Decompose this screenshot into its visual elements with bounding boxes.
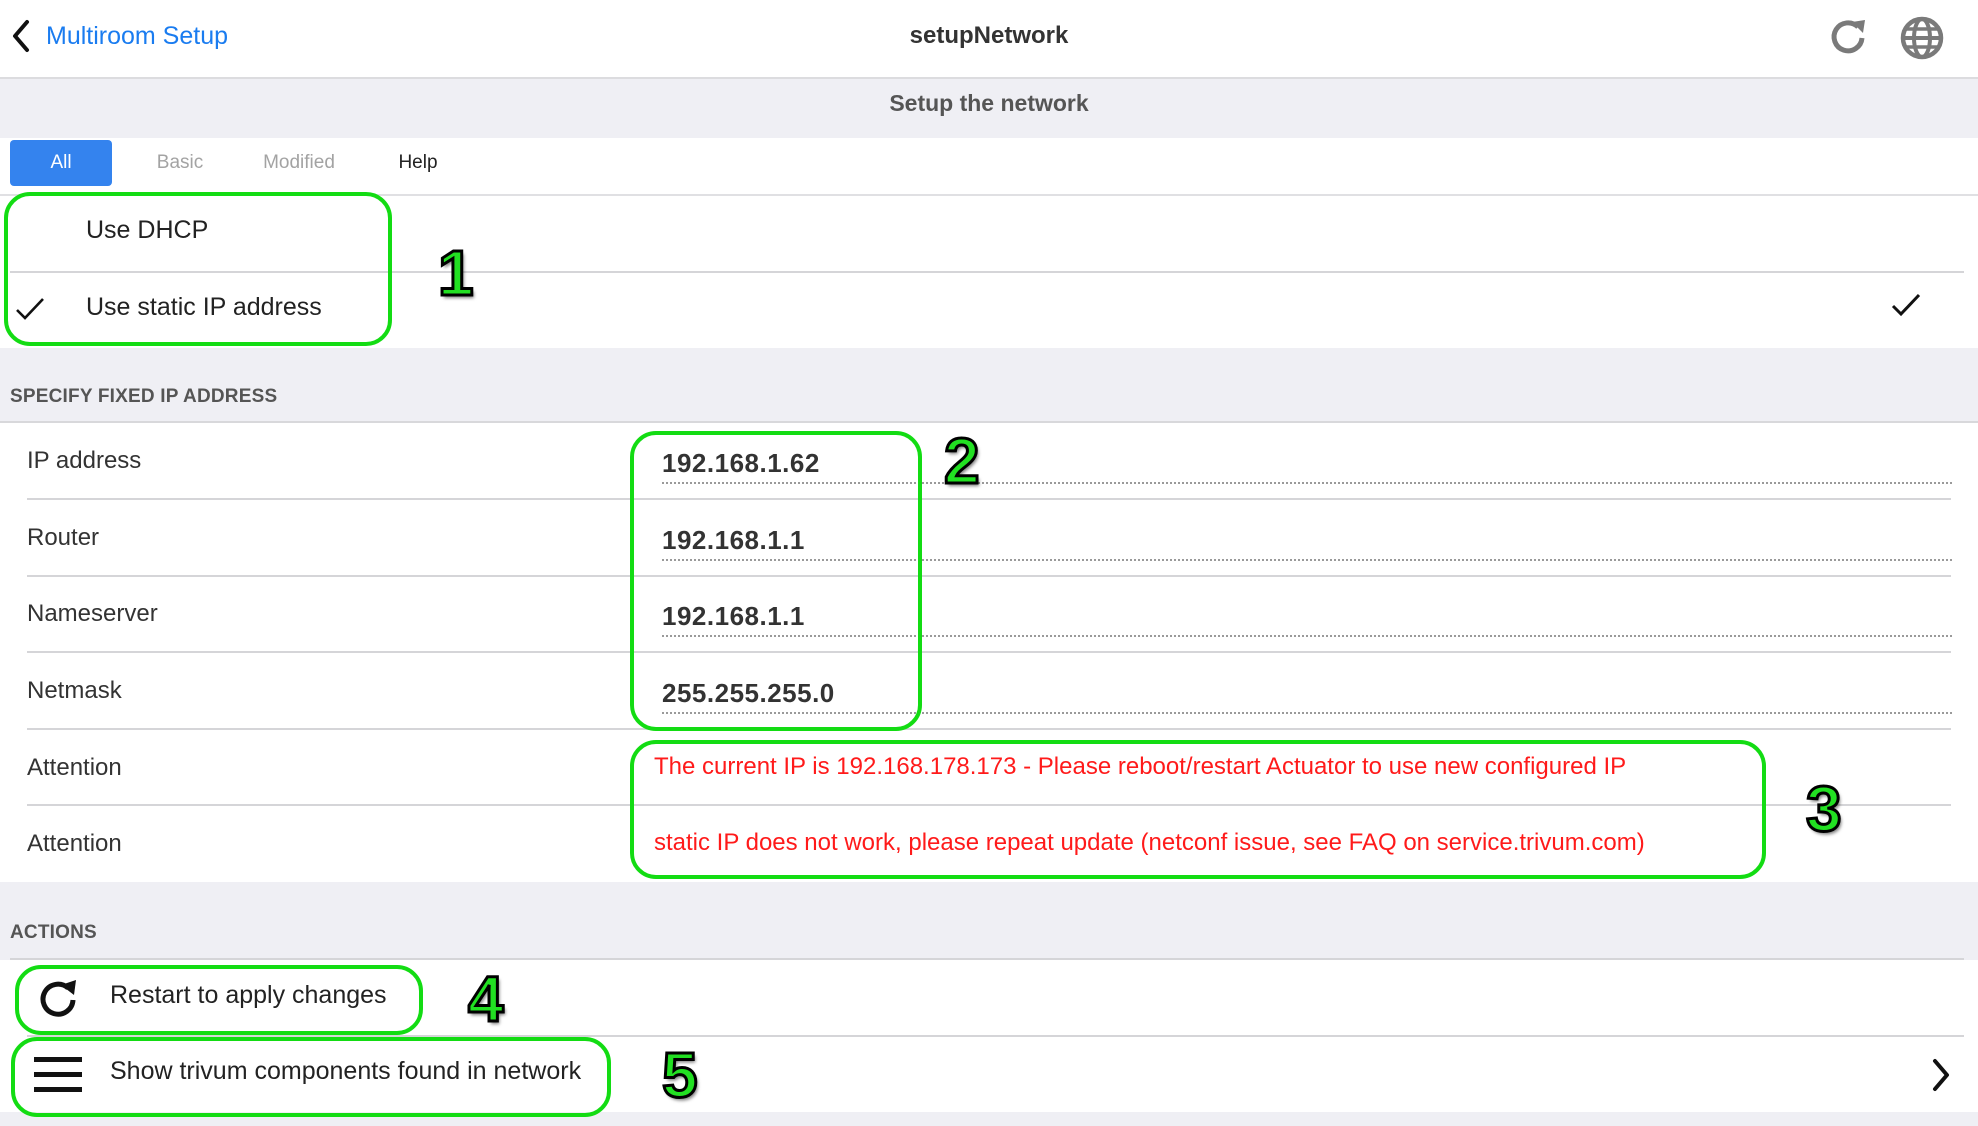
divider: [27, 651, 1951, 653]
nameserver-input[interactable]: [662, 597, 1952, 637]
action-label: Show trivum components found in network: [110, 1057, 582, 1085]
refresh-icon: [1831, 20, 1865, 54]
checkmark-icon: [16, 298, 44, 320]
field-label-attention: Attention: [27, 830, 122, 857]
divider: [27, 575, 1951, 577]
refresh-button[interactable]: [1826, 14, 1870, 58]
option-use-static-ip[interactable]: Use static IP address: [0, 273, 1978, 348]
field-label-router: Router: [27, 524, 100, 551]
option-use-dhcp[interactable]: Use DHCP: [0, 196, 1978, 272]
tab-modified[interactable]: Modified: [248, 140, 350, 186]
router-input[interactable]: [662, 521, 1952, 561]
attention-message: static IP does not work, please repeat u…: [654, 829, 1645, 856]
chevron-left-icon: [13, 20, 29, 52]
show-components-action[interactable]: Show trivum components found in network: [0, 1037, 1978, 1112]
actions-group: Restart to apply changes Show trivum com…: [0, 960, 1978, 1112]
chevron-right-icon: [1933, 1059, 1949, 1091]
divider: [27, 728, 1951, 730]
back-button-label: Multiroom Setup: [46, 21, 229, 50]
globe-icon: [1900, 16, 1944, 60]
tab-all[interactable]: All: [10, 140, 112, 186]
restart-icon: [40, 980, 76, 1017]
netmask-input[interactable]: [662, 674, 1952, 714]
network-mode-group: Use DHCP Use static IP address: [0, 196, 1978, 348]
option-label: Use DHCP: [86, 216, 209, 244]
section-title-fixed-ip: SPECIFY FIXED IP ADDRESS: [10, 386, 278, 407]
language-button[interactable]: [1898, 14, 1946, 62]
back-button[interactable]: Multiroom Setup: [10, 14, 228, 58]
divider: [27, 498, 1951, 500]
ip-address-input[interactable]: [662, 444, 1952, 484]
navigation-bar: Multiroom Setup setupNetwork: [0, 0, 1978, 79]
tab-help[interactable]: Help: [367, 140, 469, 186]
field-label-ip-address: IP address: [27, 447, 142, 474]
selected-checkmark-icon: [1891, 293, 1921, 317]
list-icon: [34, 1057, 82, 1092]
field-label-nameserver: Nameserver: [27, 600, 158, 627]
field-label-attention: Attention: [27, 754, 122, 781]
option-label: Use static IP address: [86, 293, 322, 321]
filter-tabs: All Basic Modified Help: [0, 138, 1978, 196]
restart-action[interactable]: Restart to apply changes: [0, 960, 1978, 1036]
action-label: Restart to apply changes: [110, 981, 387, 1009]
fixed-ip-group: IP address Router Nameserver Netmask Att…: [0, 423, 1978, 882]
field-label-netmask: Netmask: [27, 677, 122, 704]
attention-message: The current IP is 192.168.178.173 - Plea…: [654, 753, 1627, 780]
tab-basic[interactable]: Basic: [129, 140, 231, 186]
divider: [27, 804, 1951, 806]
section-title-actions: ACTIONS: [10, 922, 97, 943]
page-title: setupNetwork: [909, 22, 1069, 49]
page-subtitle: Setup the network: [889, 90, 1089, 116]
